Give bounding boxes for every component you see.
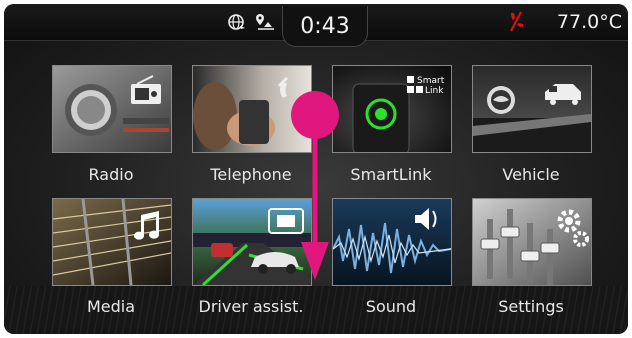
globe-icon[interactable]: [226, 12, 246, 36]
media-tile[interactable]: [52, 198, 172, 286]
smartlink-tile-text-2: Link: [425, 86, 444, 96]
menu-label-sound: Sound: [365, 297, 417, 316]
status-bar: 0:43 77.0°C: [4, 4, 628, 47]
settings-icon: [473, 199, 591, 285]
vehicle-icon: [473, 66, 591, 152]
vehicle-tile[interactable]: [472, 65, 592, 153]
clock-tab: 0:43: [282, 6, 368, 47]
radio-tile[interactable]: [52, 65, 172, 153]
media-icon: [53, 199, 171, 285]
smartlink-icon: Smart Link: [333, 66, 451, 152]
radio-icon: [53, 66, 171, 152]
smartlink-tile[interactable]: Smart Link: [332, 65, 452, 153]
menu-label-settings: Settings: [498, 297, 564, 316]
settings-tile[interactable]: [472, 198, 592, 286]
driver-assist-tile[interactable]: [192, 198, 312, 286]
navigation-icon[interactable]: [254, 12, 276, 36]
temperature-readout: 77.0°C: [556, 11, 622, 33]
smartlink-tile-text-1: Smart: [417, 76, 445, 86]
sound-tile[interactable]: [332, 198, 452, 286]
menu-label-driver-assist: Driver assist.: [198, 297, 304, 316]
menu-label-media: Media: [86, 297, 136, 316]
clock: 0:43: [300, 14, 350, 39]
infotainment-screen: 0:43 77.0°C Radio Telephone Smart Link S…: [4, 4, 628, 334]
driver-assist-icon: [193, 199, 311, 285]
telephone-tile[interactable]: [192, 65, 312, 153]
menu-label-smartlink: SmartLink: [350, 165, 432, 184]
menu-label-vehicle: Vehicle: [502, 165, 560, 184]
telephone-icon: [193, 66, 311, 152]
sound-icon: [333, 199, 451, 285]
menu-label-radio: Radio: [88, 165, 134, 184]
phone-alert-icon[interactable]: [508, 11, 524, 37]
menu-label-telephone: Telephone: [210, 165, 292, 184]
